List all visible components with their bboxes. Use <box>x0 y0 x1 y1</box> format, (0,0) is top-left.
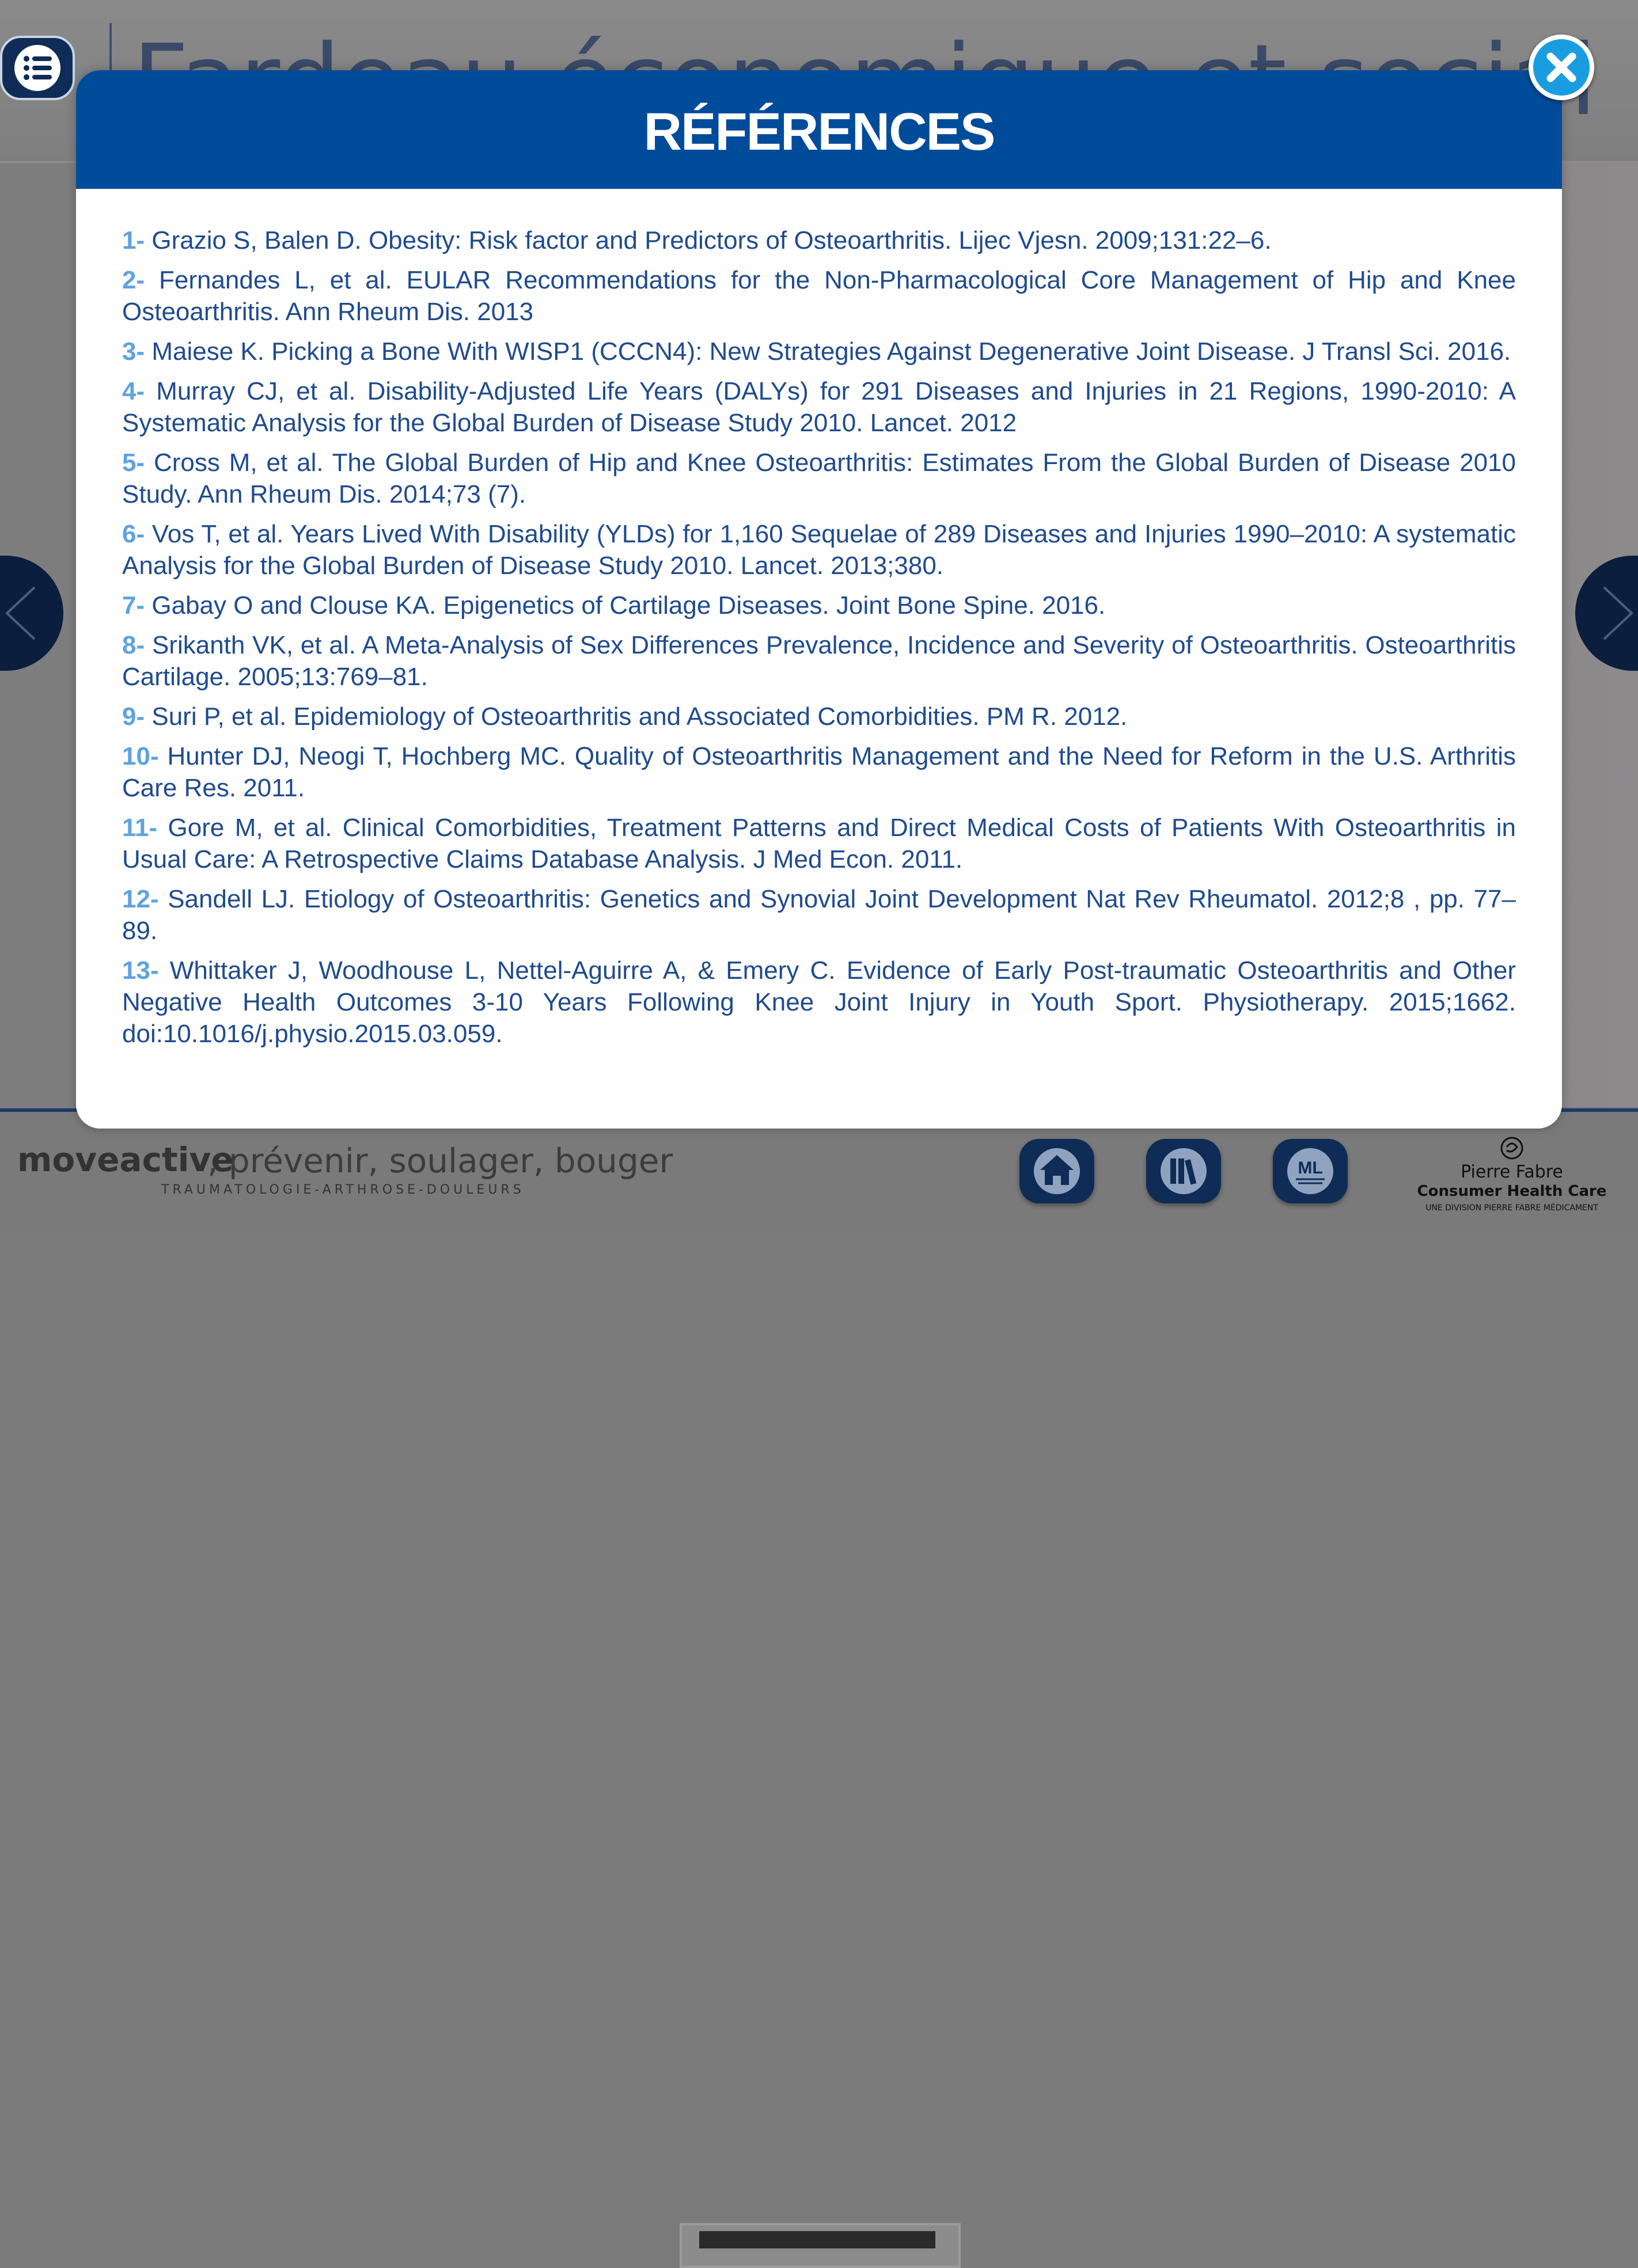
reference-number: 7- <box>122 591 145 620</box>
reference-text: Grazio S, Balen D. Obesity: Risk factor … <box>145 226 1272 254</box>
reference-item: 10- Hunter DJ, Neogi T, Hochberg MC. Qua… <box>122 740 1516 804</box>
reference-text: Suri P, et al. Epidemiology of Osteoarth… <box>145 702 1128 731</box>
reference-item: 11- Gore M, et al. Clinical Comorbiditie… <box>122 812 1516 875</box>
reference-item: 4- Murray CJ, et al. Disability-Adjusted… <box>122 375 1516 439</box>
reference-text: Hunter DJ, Neogi T, Hochberg MC. Quality… <box>122 742 1516 802</box>
reference-text: Vos T, et al. Years Lived With Disabilit… <box>122 520 1516 580</box>
menu-button[interactable] <box>0 36 75 100</box>
reference-number: 12- <box>122 885 159 913</box>
reference-number: 1- <box>122 226 145 254</box>
reference-number: 13- <box>122 956 159 985</box>
reference-number: 9- <box>122 702 145 731</box>
company-emblem-icon <box>1500 1137 1523 1160</box>
reference-number: 4- <box>122 377 145 405</box>
stamp-bar <box>699 2231 935 2248</box>
reference-number: 6- <box>122 520 145 548</box>
chevron-left-icon <box>5 586 36 640</box>
close-button[interactable] <box>1529 35 1594 100</box>
home-button[interactable] <box>1019 1139 1094 1203</box>
references-dialog: RÉFÉRENCES 1- Grazio S, Balen D. Obesity… <box>76 70 1562 1129</box>
reference-number: 11- <box>122 814 158 842</box>
company-name: Pierre Fabre <box>1461 1162 1563 1182</box>
reference-text: Gore M, et al. Clinical Comorbidities, T… <box>122 814 1516 873</box>
reference-item: 13- Whittaker J, Woodhouse L, Nettel-Agu… <box>122 955 1516 1050</box>
list-icon <box>14 45 60 91</box>
company-logo: Pierre Fabre Consumer Health Care UNE DI… <box>1400 1134 1624 1215</box>
reference-list: 1- Grazio S, Balen D. Obesity: Risk fact… <box>122 225 1516 1058</box>
reference-text: Maiese K. Picking a Bone With WISP1 (CCC… <box>145 337 1511 366</box>
reference-number: 10- <box>122 742 159 770</box>
brand-subtitle: TRAUMATOLOGIE-ARTHROSE-DOULEURS <box>161 1183 525 1197</box>
reference-number: 2- <box>122 266 145 294</box>
reference-item: 1- Grazio S, Balen D. Obesity: Risk fact… <box>122 225 1516 256</box>
home-icon <box>1034 1148 1080 1194</box>
reference-item: 7- Gabay O and Clouse KA. Epigenetics of… <box>122 590 1516 621</box>
reference-item: 2- Fernandes L, et al. EULAR Recommendat… <box>122 264 1516 328</box>
company-division: Consumer Health Care <box>1417 1183 1607 1200</box>
reference-text: Murray CJ, et al. Disability-Adjusted Li… <box>122 377 1516 437</box>
brand-name: moveactive <box>17 1140 234 1179</box>
close-icon <box>1546 52 1576 82</box>
next-page-button[interactable] <box>1575 556 1638 671</box>
previous-page-button[interactable] <box>0 556 63 671</box>
reference-item: 3- Maiese K. Picking a Bone With WISP1 (… <box>122 336 1516 367</box>
dialog-title: RÉFÉRENCES <box>643 102 996 161</box>
reference-number: 8- <box>122 631 145 659</box>
footer-stamp <box>680 2223 961 2268</box>
reference-text: Sandell LJ. Etiology of Osteoarthritis: … <box>122 885 1516 945</box>
ml-label: ML <box>1298 1158 1322 1177</box>
reference-item: 9- Suri P, et al. Epidemiology of Osteoa… <box>122 701 1516 732</box>
reference-text: Fernandes L, et al. EULAR Recommendation… <box>122 266 1516 326</box>
reference-item: 6- Vos T, et al. Years Lived With Disabi… <box>122 518 1516 582</box>
reference-item: 12- Sandell LJ. Etiology of Osteoarthrit… <box>122 883 1516 947</box>
brand-logo: moveactive , prévenir, soulager, bouger … <box>17 1140 680 1198</box>
reference-number: 5- <box>122 449 145 477</box>
reference-text: Srikanth VK, et al. A Meta-Analysis of S… <box>122 631 1516 691</box>
ml-button[interactable]: ML <box>1273 1139 1348 1203</box>
reference-text: Whittaker J, Woodhouse L, Nettel-Aguirre… <box>122 956 1516 1048</box>
library-button[interactable] <box>1146 1139 1221 1203</box>
reference-text: Gabay O and Clouse KA. Epigenetics of Ca… <box>145 591 1106 620</box>
reference-number: 3- <box>122 337 145 366</box>
library-icon <box>1161 1148 1207 1194</box>
reference-item: 8- Srikanth VK, et al. A Meta-Analysis o… <box>122 629 1516 693</box>
ml-icon: ML <box>1287 1148 1333 1194</box>
chevron-right-icon <box>1603 586 1633 640</box>
reference-text: Cross M, et al. The Global Burden of Hip… <box>122 449 1516 508</box>
brand-tagline: , prévenir, soulager, bouger <box>207 1141 673 1180</box>
reference-item: 5- Cross M, et al. The Global Burden of … <box>122 447 1516 510</box>
company-parent: UNE DIVISION PIERRE FABRE MÉDICAMENT <box>1425 1203 1598 1213</box>
dialog-header: RÉFÉRENCES <box>76 70 1562 189</box>
